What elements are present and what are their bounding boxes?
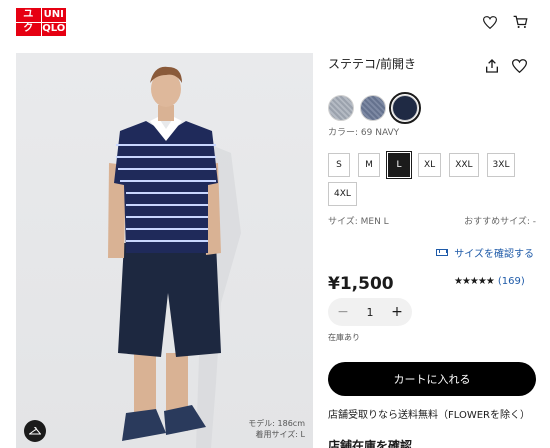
- heart-icon[interactable]: [480, 12, 500, 32]
- product-title: ステテコ/前開き: [328, 57, 417, 71]
- stock-status: 在庫あり: [328, 333, 360, 342]
- model-height: モデル: 186cm: [248, 418, 305, 428]
- product-price: ¥1,500: [328, 274, 394, 294]
- size-3xl[interactable]: 3XL: [486, 153, 516, 177]
- recommended-size: おすすめサイズ: -: [464, 217, 536, 227]
- logo-cell: ユ: [16, 8, 41, 22]
- rating[interactable]: ★★★★★ (169): [454, 276, 525, 287]
- size-l[interactable]: L: [386, 151, 412, 179]
- size-s[interactable]: S: [328, 153, 350, 177]
- logo-cell: UNI: [41, 8, 66, 22]
- swatch-navy[interactable]: [389, 92, 421, 124]
- store-stock-link[interactable]: 店舗在庫を確認: [328, 437, 412, 448]
- model-size: 着用サイズ: L: [255, 429, 305, 439]
- color-label: カラー: 69 NAVY: [328, 128, 400, 138]
- rating-count[interactable]: (169): [498, 276, 525, 287]
- logo-cell: ク: [16, 22, 41, 36]
- size-check-label: サイズを確認する: [454, 249, 534, 260]
- swatch-light-gray[interactable]: [328, 95, 354, 121]
- swatch-blue-gray[interactable]: [360, 95, 386, 121]
- product-photo[interactable]: モデル: 186cm 着用サイズ: L: [16, 53, 313, 448]
- store-pickup-note: 店舗受取りなら送料無料（FLOWERを除く）: [328, 410, 530, 421]
- favorite-icon[interactable]: [511, 58, 530, 76]
- minus-icon[interactable]: −: [336, 305, 350, 319]
- model-image: [108, 66, 241, 448]
- ruler-icon: [436, 249, 449, 256]
- cart-icon[interactable]: [510, 12, 530, 32]
- star-icon: ★★★★★: [454, 276, 495, 287]
- logo-cell: QLO: [41, 22, 66, 36]
- size-xxl[interactable]: XXL: [449, 153, 479, 177]
- size-4xl[interactable]: 4XL: [328, 182, 357, 206]
- size-label: サイズ: MEN L: [328, 217, 389, 227]
- hanger-icon[interactable]: [24, 420, 46, 442]
- color-swatches: [328, 92, 421, 124]
- quantity-value: 1: [366, 305, 374, 319]
- model-info: モデル: 186cm 着用サイズ: L: [248, 418, 305, 440]
- size-xl[interactable]: XL: [418, 153, 442, 177]
- size-m[interactable]: M: [358, 153, 380, 177]
- quantity-stepper: − 1 +: [328, 298, 412, 326]
- size-check-link[interactable]: サイズを確認する: [436, 245, 534, 260]
- uniqlo-logo[interactable]: ユ UNI ク QLO: [16, 8, 66, 36]
- share-icon[interactable]: [484, 58, 502, 76]
- add-to-cart-button[interactable]: カートに入れる: [328, 362, 536, 396]
- size-selector: S M L XL XXL 3XL 4XL: [328, 151, 528, 206]
- plus-icon[interactable]: +: [390, 305, 404, 319]
